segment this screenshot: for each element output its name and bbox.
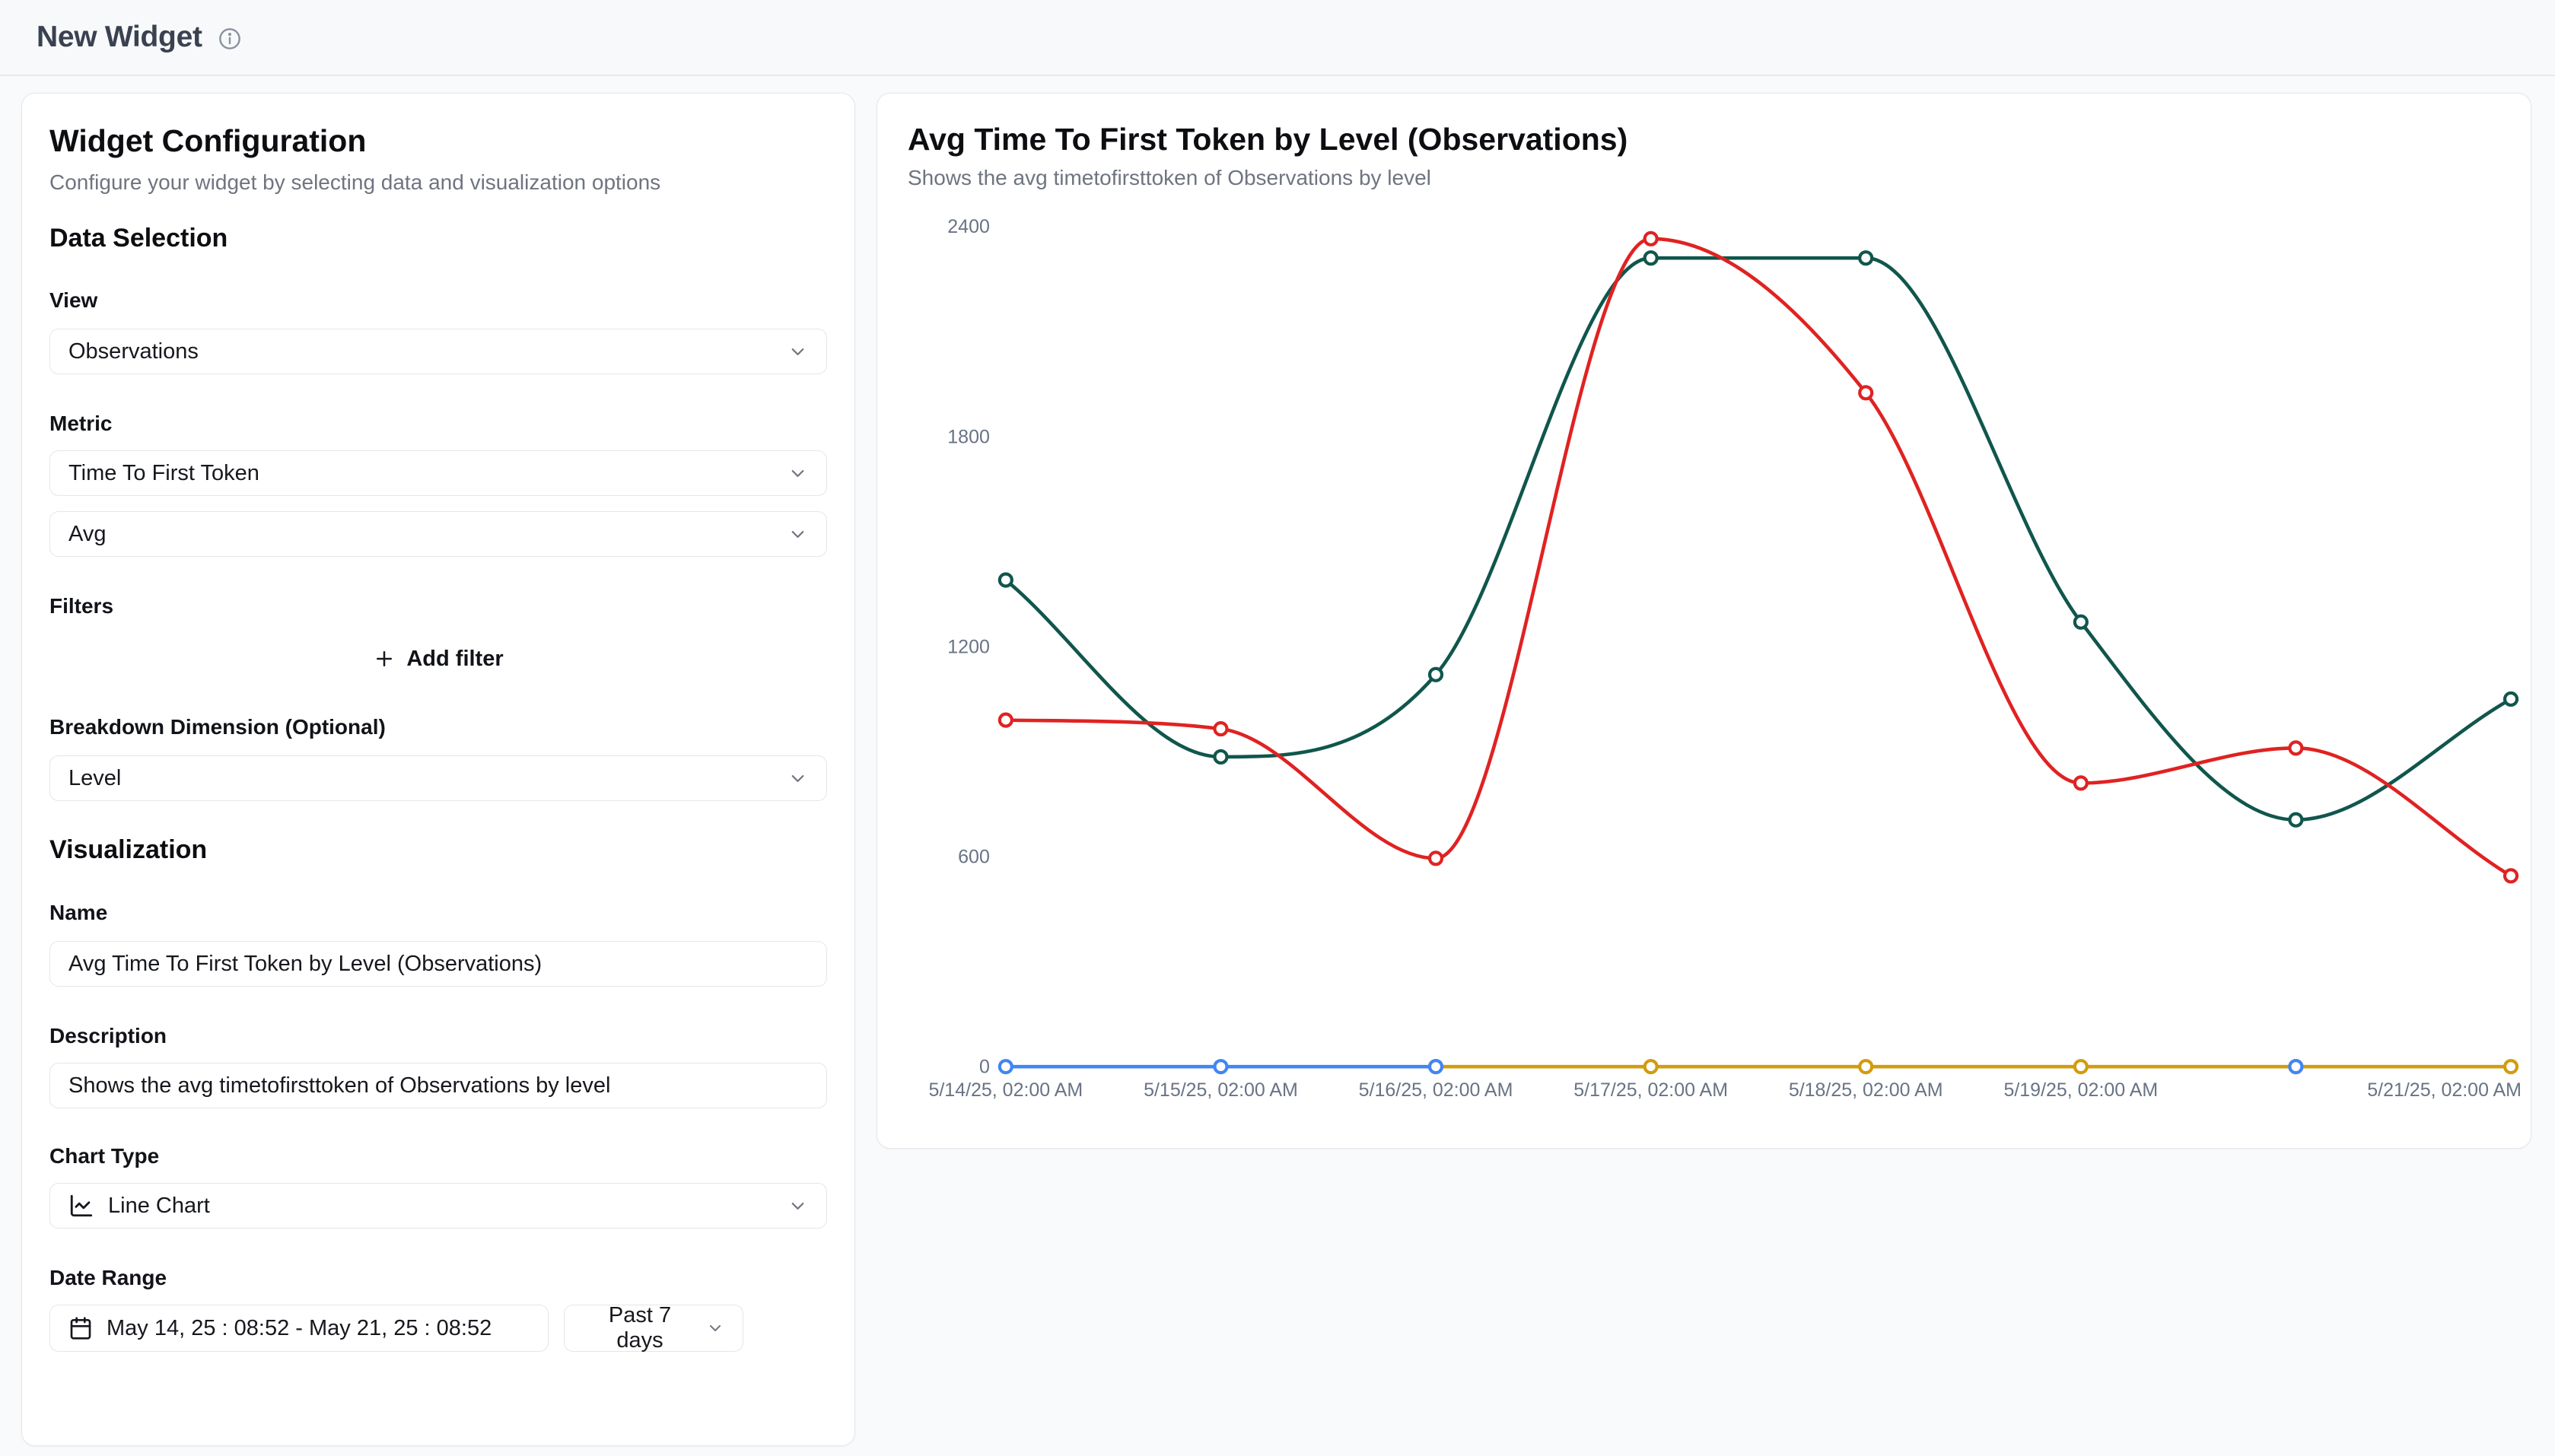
date-range-button[interactable]: May 14, 25 : 08:52 - May 21, 25 : 08:52 [49, 1305, 549, 1352]
series-red-point[interactable] [1645, 233, 1657, 245]
plus-icon [373, 647, 396, 670]
x-axis-tick-label: 5/16/25, 02:00 AM [1359, 1079, 1513, 1101]
data-selection-heading: Data Selection [49, 223, 827, 253]
aggregation-select-value: Avg [68, 522, 106, 547]
name-input[interactable] [49, 941, 827, 987]
series-dark-teal-point[interactable] [2075, 616, 2087, 628]
date-range-label: Date Range [49, 1265, 827, 1291]
series-dark-teal-point[interactable] [2505, 693, 2517, 705]
add-filter-label: Add filter [406, 647, 503, 672]
widget-configuration-panel: Widget Configuration Configure your widg… [21, 93, 855, 1446]
metric-label: Metric [49, 411, 827, 437]
description-input[interactable] [49, 1063, 827, 1108]
series-yellow-point[interactable] [2505, 1060, 2517, 1073]
series-blue-point[interactable] [1000, 1060, 1012, 1073]
chart-preview-panel: Avg Time To First Token by Level (Observ… [877, 93, 2531, 1149]
calendar-icon [68, 1316, 93, 1340]
config-heading: Widget Configuration [49, 122, 827, 159]
series-dark-teal-line [1006, 258, 2511, 820]
series-red-line [1006, 239, 2511, 876]
aggregation-select[interactable]: Avg [49, 511, 827, 557]
breakdown-select-value: Level [68, 766, 121, 791]
chevron-down-icon [788, 524, 808, 545]
y-axis-tick-label: 2400 [947, 216, 990, 237]
series-yellow-point[interactable] [1860, 1060, 1872, 1073]
series-red-point[interactable] [1214, 723, 1227, 735]
chevron-down-icon [788, 768, 808, 789]
filters-label: Filters [49, 593, 827, 619]
series-red-point[interactable] [2505, 869, 2517, 882]
view-label: View [49, 288, 827, 313]
series-red-point[interactable] [1860, 386, 1872, 399]
view-select[interactable]: Observations [49, 329, 827, 374]
filters-area: Add filter [49, 637, 827, 680]
y-axis-tick-label: 600 [958, 847, 990, 868]
series-dark-teal-point[interactable] [1860, 252, 1872, 264]
x-axis-tick-label: 5/17/25, 02:00 AM [1573, 1079, 1728, 1101]
series-yellow-point[interactable] [2075, 1060, 2087, 1073]
metric-select-value: Time To First Token [68, 461, 259, 486]
page-title: New Widget [37, 21, 202, 54]
date-range-row: May 14, 25 : 08:52 - May 21, 25 : 08:52 … [49, 1305, 827, 1352]
date-preset-value: Past 7 days [583, 1303, 697, 1353]
chevron-down-icon [788, 1196, 808, 1216]
y-axis-tick-label: 1200 [947, 636, 990, 657]
chart-type-select[interactable]: Line Chart [49, 1183, 827, 1229]
config-subheading: Configure your widget by selecting data … [49, 170, 827, 196]
series-blue-point[interactable] [2289, 1060, 2302, 1073]
series-dark-teal-point[interactable] [2289, 814, 2302, 826]
series-blue-point[interactable] [1430, 1060, 1442, 1073]
info-icon[interactable] [218, 27, 242, 51]
breakdown-select[interactable]: Level [49, 755, 827, 801]
top-bar: New Widget [0, 0, 2555, 76]
series-dark-teal-point[interactable] [1214, 751, 1227, 763]
chart-type-label: Chart Type [49, 1143, 827, 1169]
chart-type-select-value: Line Chart [108, 1194, 210, 1219]
chevron-down-icon [706, 1319, 724, 1337]
series-red-point[interactable] [1000, 714, 1012, 726]
series-dark-teal-point[interactable] [1645, 252, 1657, 264]
main-content: Widget Configuration Configure your widg… [0, 76, 2555, 1446]
series-dark-teal-point[interactable] [1000, 574, 1012, 586]
x-axis-tick-label: 5/21/25, 02:00 AM [2367, 1079, 2522, 1101]
series-dark-teal-point[interactable] [1430, 669, 1442, 681]
series-yellow-point[interactable] [1645, 1060, 1657, 1073]
x-axis-tick-label: 5/19/25, 02:00 AM [2003, 1079, 2158, 1101]
series-red-point[interactable] [1430, 852, 1442, 864]
description-label: Description [49, 1023, 827, 1049]
name-label: Name [49, 900, 827, 926]
view-select-value: Observations [68, 339, 199, 364]
series-blue-point[interactable] [1214, 1060, 1227, 1073]
x-axis-tick-label: 5/15/25, 02:00 AM [1144, 1079, 1298, 1101]
date-range-value: May 14, 25 : 08:52 - May 21, 25 : 08:52 [107, 1316, 492, 1341]
date-preset-button[interactable]: Past 7 days [564, 1305, 743, 1352]
y-axis-tick-label: 0 [979, 1057, 990, 1078]
line-chart-icon [68, 1193, 94, 1219]
y-axis-tick-label: 1800 [947, 426, 990, 447]
chevron-down-icon [788, 342, 808, 362]
metric-select[interactable]: Time To First Token [49, 450, 827, 496]
series-red-point[interactable] [2075, 777, 2087, 789]
series-red-point[interactable] [2289, 742, 2302, 754]
x-axis-tick-label: 5/14/25, 02:00 AM [928, 1079, 1083, 1101]
line-chart-svg[interactable]: 0 600 1200 1800 2400 5/14/25, 02:00 AM 5/15/25… [877, 94, 2531, 1148]
visualization-heading: Visualization [49, 834, 827, 865]
x-axis-tick-label: 5/18/25, 02:00 AM [1789, 1079, 1943, 1101]
chevron-down-icon [788, 463, 808, 484]
breakdown-label: Breakdown Dimension (Optional) [49, 714, 827, 740]
add-filter-button[interactable]: Add filter [356, 637, 520, 680]
